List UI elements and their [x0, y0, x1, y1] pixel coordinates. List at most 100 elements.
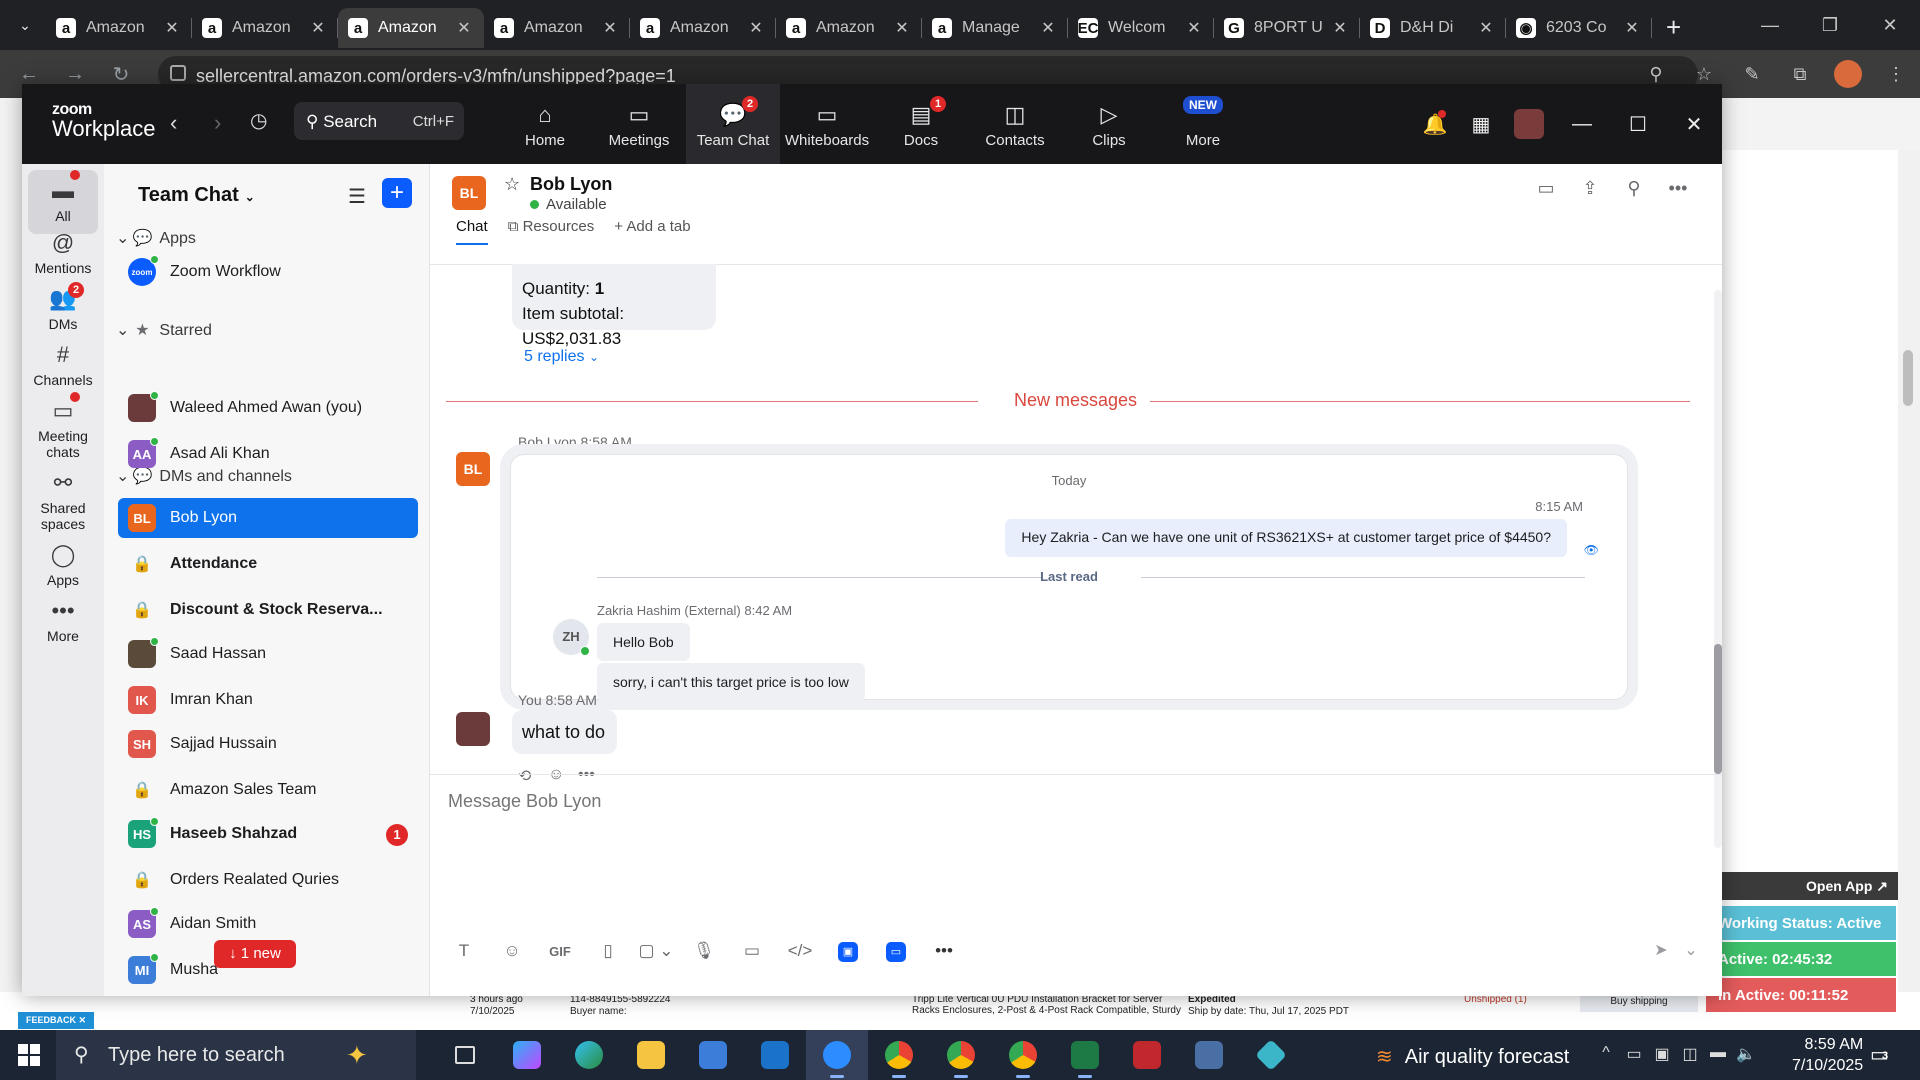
calendar-icon[interactable]: ▦ — [1458, 112, 1504, 137]
new-tab-button[interactable]: + — [1666, 12, 1681, 43]
message-sender-avatar[interactable]: BL — [456, 452, 490, 486]
rail-more[interactable]: ••• More — [28, 598, 98, 644]
file-explorer-icon[interactable] — [620, 1030, 682, 1080]
site-info-icon[interactable] — [170, 65, 186, 81]
zoom-app-icon[interactable]: ▭ — [872, 940, 920, 962]
chrome-icon[interactable] — [868, 1030, 930, 1080]
reply-thread-icon[interactable]: ⟲ — [518, 766, 548, 786]
sidebar-item[interactable]: 🔒 Orders Realated Quries — [118, 860, 418, 900]
forward-arrow-icon[interactable]: → — [58, 63, 92, 86]
rail-meeting-chats[interactable]: ▭ Meeting chats — [28, 398, 98, 460]
extension-icon[interactable]: ✎ — [1728, 64, 1776, 85]
sidebar-item[interactable]: HS Haseeb Shahzad 1 — [118, 814, 418, 854]
rail-dms[interactable]: 👥 DMs 2 — [28, 282, 98, 332]
back-arrow-icon[interactable]: ← — [12, 63, 46, 86]
new-messages-jump-button[interactable]: ↓ 1 new — [214, 940, 296, 968]
browser-tab[interactable]: G 8PORT U ✕ — [1214, 8, 1360, 48]
chat-scrollbar[interactable] — [1714, 290, 1722, 848]
page-scrollbar-thumb[interactable] — [1903, 350, 1913, 406]
browser-tab[interactable]: a Amazon ✕ — [46, 8, 192, 48]
copilot-app-icon[interactable] — [496, 1030, 558, 1080]
sidebar-item[interactable]: Saad Hassan — [118, 634, 418, 674]
tab-close-icon[interactable]: ✕ — [1622, 18, 1642, 38]
send-icon[interactable]: ➤ — [1646, 940, 1676, 960]
tab-close-icon[interactable]: ✕ — [1476, 18, 1496, 38]
browser-menu-icon[interactable]: ⋮ — [1872, 64, 1920, 85]
rail-mentions[interactable]: @ Mentions — [28, 230, 98, 276]
send-options-chevron-icon[interactable]: ⌄ — [1676, 940, 1706, 960]
zoom-maximize-icon[interactable]: ☐ — [1610, 112, 1666, 137]
filezilla-icon[interactable] — [1116, 1030, 1178, 1080]
browser-tab[interactable]: ◉ 6203 Co ✕ — [1506, 8, 1652, 48]
notification-center-icon[interactable]: ▭ 3 — [1870, 1042, 1889, 1067]
microphone-icon[interactable]: 🎙 — [680, 941, 728, 961]
composer-more-icon[interactable]: ••• — [920, 941, 968, 961]
browser-tab[interactable]: a Amazon ✕ — [484, 8, 630, 48]
zoom-minimize-icon[interactable]: — — [1554, 113, 1610, 136]
app-diamond-icon[interactable] — [1240, 1030, 1302, 1080]
nav-whiteboards[interactable]: ▭ Whiteboards — [780, 84, 874, 164]
screenshot-icon[interactable]: ▢ ⌄ — [632, 941, 680, 961]
sidebar-item[interactable]: SH Sajjad Hussain — [118, 724, 418, 764]
calculator-icon[interactable] — [1178, 1030, 1240, 1080]
chat-search-icon[interactable]: ⚲ — [1612, 178, 1656, 199]
message-input[interactable] — [448, 786, 1648, 816]
tab-close-icon[interactable]: ✕ — [454, 18, 474, 38]
tab-close-icon[interactable]: ✕ — [600, 18, 620, 38]
windows-start-icon[interactable] — [18, 1044, 40, 1066]
text-format-icon[interactable]: T — [440, 941, 488, 961]
tray-network-icon[interactable]: ◫ — [1676, 1044, 1704, 1064]
rail-apps[interactable]: ◯ Apps — [28, 542, 98, 588]
chrome-profile-icon[interactable] — [930, 1030, 992, 1080]
history-clock-icon[interactable]: ◷ — [250, 108, 267, 133]
sidebar-item[interactable]: BL Bob Lyon — [118, 498, 418, 538]
bookmark-star-icon[interactable]: ☆ — [1680, 64, 1728, 85]
favorite-star-icon[interactable]: ☆ — [504, 174, 520, 195]
extensions-puzzle-icon[interactable]: ⧉ — [1776, 64, 1824, 85]
profile-avatar[interactable] — [1834, 60, 1862, 88]
message-more-icon[interactable]: ••• — [578, 766, 608, 786]
tab-add[interactable]: + Add a tab — [614, 218, 690, 245]
contact-avatar[interactable]: BL — [452, 176, 486, 210]
tab-close-icon[interactable]: ✕ — [746, 18, 766, 38]
chat-scrollbar-thumb[interactable] — [1714, 644, 1722, 774]
contact-name[interactable]: Bob Lyon — [530, 174, 612, 195]
video-call-icon[interactable]: ▭ — [1524, 178, 1568, 199]
open-app-button[interactable]: Open App ↗ — [1700, 872, 1898, 900]
tray-volume-icon[interactable]: 🔈 — [1732, 1044, 1760, 1064]
weather-widget[interactable]: ≋ Air quality forecast — [1376, 1044, 1569, 1069]
nav-clips[interactable]: ▷ Clips — [1062, 84, 1156, 164]
tab-close-icon[interactable]: ✕ — [1330, 18, 1350, 38]
zoom-back-icon[interactable]: ‹ — [170, 110, 177, 136]
browser-tab[interactable]: a Amazon ✕ — [776, 8, 922, 48]
sidebar-item[interactable]: 🔒 Discount & Stock Reserva... — [118, 590, 418, 630]
tray-battery-icon[interactable]: ▬ — [1704, 1044, 1732, 1064]
team-chat-title[interactable]: Team Chat ⌄ — [138, 184, 255, 207]
tab-chat[interactable]: Chat — [456, 218, 488, 245]
tab-close-icon[interactable]: ✕ — [308, 18, 328, 38]
rail-shared-spaces[interactable]: ⚯ Shared spaces — [28, 470, 98, 532]
zoom-forward-icon[interactable]: › — [214, 110, 221, 136]
tab-resources[interactable]: ⧉ Resources — [508, 218, 595, 245]
notification-bell-icon[interactable]: 🔔 — [1412, 109, 1458, 137]
copilot-sparkle-icon[interactable]: ✦ — [346, 1040, 368, 1071]
tray-meet-icon[interactable]: ▣ — [1648, 1044, 1676, 1064]
nav-contacts[interactable]: ◫ Contacts — [968, 84, 1062, 164]
sidebar-item[interactable]: zoom Zoom Workflow — [118, 252, 418, 292]
sidebar-item[interactable]: AS Aidan Smith — [118, 904, 418, 944]
browser-tab[interactable]: D D&H Di ✕ — [1360, 8, 1506, 48]
browser-tab[interactable]: a Amazon ✕ — [338, 8, 484, 48]
zoom-magnifier-icon[interactable]: ⚲ — [1632, 64, 1680, 85]
forwarded-conversation-card[interactable]: Today 8:15 AM Hey Zakria - Can we have o… — [510, 454, 1628, 701]
close-icon[interactable]: ✕ — [1860, 0, 1920, 50]
zoom-taskbar-icon[interactable] — [806, 1030, 868, 1080]
section-apps[interactable]: ⌄ 💬 Apps — [116, 228, 196, 248]
outlook-icon[interactable] — [744, 1030, 806, 1080]
tab-close-icon[interactable]: ✕ — [1184, 18, 1204, 38]
browser-tab[interactable]: EC Welcom ✕ — [1068, 8, 1214, 48]
tray-chevron-up-icon[interactable]: ^ — [1592, 1044, 1620, 1064]
browser-tab[interactable]: a Amazon ✕ — [192, 8, 338, 48]
tab-search-chevron-icon[interactable]: ⌄ — [8, 8, 42, 42]
code-snippet-icon[interactable]: </> — [776, 941, 824, 961]
sidebar-item[interactable]: AA Asad Ali Khan — [118, 434, 418, 474]
